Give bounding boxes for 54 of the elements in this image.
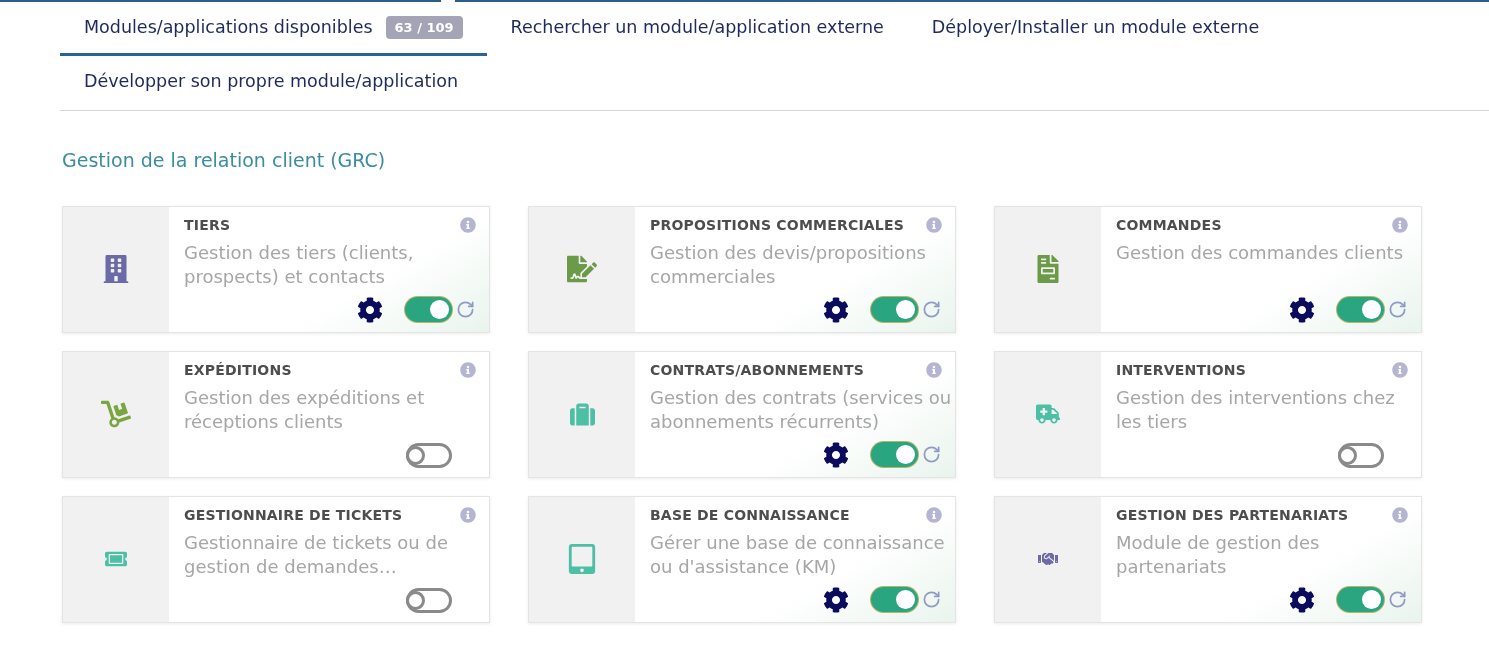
refresh-icon[interactable] (922, 445, 941, 464)
tab[interactable]: Modules/applications disponibles 63 / 109 (60, 2, 487, 56)
toggle-switch[interactable] (406, 587, 452, 613)
refresh-icon[interactable] (922, 590, 941, 609)
toggle-switch[interactable] (1337, 297, 1384, 322)
module-description: Gérer une base de connaissance ou d'assistance (KM) (650, 530, 946, 579)
toggle-switch[interactable] (1337, 587, 1384, 612)
module-title: GESTIONNAIRE DE TICKETS (184, 505, 403, 524)
info-icon[interactable] (1392, 506, 1408, 523)
toggle-switch[interactable] (405, 297, 452, 322)
count-badge: 63 / 109 (385, 15, 463, 40)
tab[interactable]: Rechercher un module/application externe (486, 2, 908, 56)
refresh-icon[interactable] (1388, 590, 1407, 609)
info-icon[interactable] (926, 506, 942, 523)
info-icon[interactable] (1392, 216, 1408, 233)
module-title: BASE DE CONNAISSANCE (650, 505, 850, 524)
module-description: Gestion des commandes clients (1116, 240, 1405, 265)
settings-icon[interactable] (357, 296, 383, 323)
refresh-icon[interactable] (922, 300, 941, 319)
module-title: INTERVENTIONS (1116, 360, 1246, 379)
module-title: EXPÉDITIONS (184, 360, 292, 379)
info-icon[interactable] (926, 361, 942, 378)
section-heading: Gestion de la relation client (GRC) (62, 148, 387, 173)
module-description: Gestion des tiers (clients, prospects) et contacts (184, 240, 415, 289)
toggle-switch[interactable] (871, 297, 918, 322)
module-description: Gestionnaire de tickets ou de gestion de demandes… (184, 530, 449, 579)
toggle-switch[interactable] (406, 442, 452, 468)
refresh-icon[interactable] (1388, 300, 1407, 319)
settings-icon[interactable] (823, 296, 849, 323)
module-title: CONTRATS/ABONNEMENTS (650, 360, 864, 379)
module-title: TIERS (184, 215, 231, 234)
info-icon[interactable] (1392, 361, 1408, 378)
toggle-switch[interactable] (1338, 442, 1384, 468)
toggle-switch[interactable] (871, 442, 918, 467)
module-description: Gestion des interventions chez les tiers (1116, 385, 1396, 434)
module-description: Gestion des devis/propositions commerciales (650, 240, 927, 289)
toggle-switch[interactable] (871, 587, 918, 612)
info-icon[interactable] (926, 216, 942, 233)
refresh-icon[interactable] (456, 300, 475, 319)
module-title: PROPOSITIONS COMMERCIALES (650, 215, 904, 234)
settings-icon[interactable] (823, 441, 849, 468)
info-icon[interactable] (460, 361, 476, 378)
info-icon[interactable] (460, 216, 476, 233)
settings-icon[interactable] (823, 586, 849, 613)
info-icon[interactable] (460, 506, 476, 523)
tab[interactable]: Développer son propre module/application (60, 56, 483, 110)
tab[interactable]: Déployer/Installer un module externe (907, 2, 1284, 56)
module-description: Gestion des contrats (services ou abonnements récurrents) (650, 385, 953, 434)
settings-icon[interactable] (1289, 296, 1315, 323)
module-description: Gestion des expéditions et réceptions clients (184, 385, 426, 434)
module-description: Module de gestion des partenariats (1116, 530, 1321, 579)
module-title: GESTION DES PARTENARIATS (1116, 505, 1349, 524)
settings-icon[interactable] (1289, 586, 1315, 613)
module-title: COMMANDES (1116, 215, 1222, 234)
